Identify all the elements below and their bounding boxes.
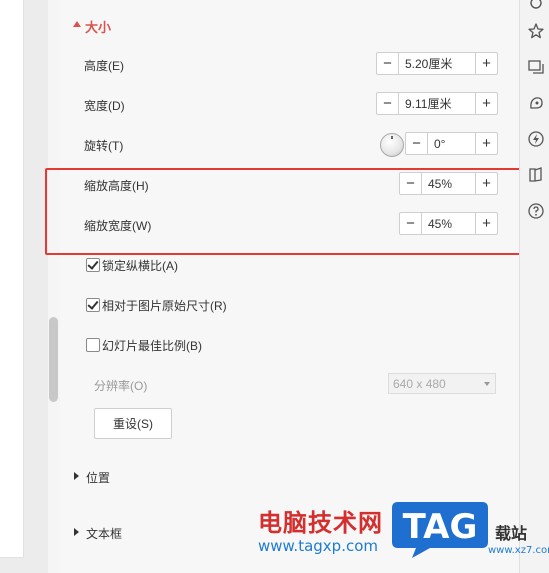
height-stepper[interactable]: − 5.20厘米 + xyxy=(376,52,498,75)
lock-ratio-checkbox[interactable] xyxy=(86,258,100,272)
property-panel xyxy=(60,0,519,573)
slide-canvas[interactable] xyxy=(0,0,24,558)
book-icon[interactable] xyxy=(527,166,545,184)
right-toolbar xyxy=(519,0,549,573)
expand-caret-icon[interactable] xyxy=(74,472,79,480)
relative-original-checkbox[interactable] xyxy=(86,298,100,312)
highlight-box xyxy=(45,168,527,255)
rotate-increase-button[interactable]: + xyxy=(475,133,497,154)
resolution-label: 分辨率(O) xyxy=(94,379,148,393)
reset-button[interactable]: 重设(S) xyxy=(94,408,172,439)
width-increase-button[interactable]: + xyxy=(475,93,497,114)
width-label: 宽度(D) xyxy=(84,99,125,113)
animation-icon[interactable] xyxy=(527,94,545,112)
star-icon[interactable] xyxy=(527,22,545,40)
slide-transition-icon[interactable] xyxy=(527,58,545,76)
rotate-decrease-button[interactable]: − xyxy=(406,133,428,154)
lightning-icon[interactable] xyxy=(527,130,545,148)
rotate-label: 旋转(T) xyxy=(84,139,124,153)
help-icon[interactable] xyxy=(527,202,545,220)
dropdown-arrow-icon xyxy=(484,382,490,386)
watermark-logo-text: TAG xyxy=(403,507,478,547)
height-increase-button[interactable]: + xyxy=(475,53,497,74)
rotate-stepper[interactable]: − 0° + xyxy=(405,132,498,155)
best-scale-checkbox[interactable] xyxy=(86,338,100,352)
watermark-side-url: www.xz7.com xyxy=(488,545,549,556)
vertical-scrollbar[interactable] xyxy=(48,0,60,573)
height-value[interactable]: 5.20厘米 xyxy=(399,53,475,74)
resolution-value: 640 x 480 xyxy=(393,376,446,391)
watermark-url: www.tagxp.com xyxy=(258,537,378,555)
width-value[interactable]: 9.11厘米 xyxy=(399,93,475,114)
watermark-text: 电脑技术网 xyxy=(258,509,383,537)
expand-caret-icon[interactable] xyxy=(74,528,79,536)
settings-icon[interactable] xyxy=(527,0,545,12)
collapse-caret-icon[interactable] xyxy=(73,21,81,27)
height-label: 高度(E) xyxy=(84,59,124,73)
lock-ratio-label[interactable]: 锁定纵横比(A) xyxy=(102,257,178,274)
best-scale-label[interactable]: 幻灯片最佳比例(B) xyxy=(102,337,202,354)
rotate-dial-icon[interactable] xyxy=(380,133,404,157)
watermark-side-text: 载站 xyxy=(495,524,528,543)
width-stepper[interactable]: − 9.11厘米 + xyxy=(376,92,498,115)
resolution-select[interactable]: 640 x 480 xyxy=(388,373,496,394)
rotate-value[interactable]: 0° xyxy=(428,133,475,154)
height-decrease-button[interactable]: − xyxy=(377,53,399,74)
slide-canvas-area xyxy=(0,0,48,573)
section-title-position[interactable]: 位置 xyxy=(86,469,110,486)
width-decrease-button[interactable]: − xyxy=(377,93,399,114)
section-title-size[interactable]: 大小 xyxy=(85,17,111,36)
relative-original-label[interactable]: 相对于图片原始尺寸(R) xyxy=(102,297,227,314)
scrollbar-thumb[interactable] xyxy=(49,317,58,402)
section-title-textbox[interactable]: 文本框 xyxy=(86,525,122,542)
watermark-logo: TAG xyxy=(392,502,488,558)
